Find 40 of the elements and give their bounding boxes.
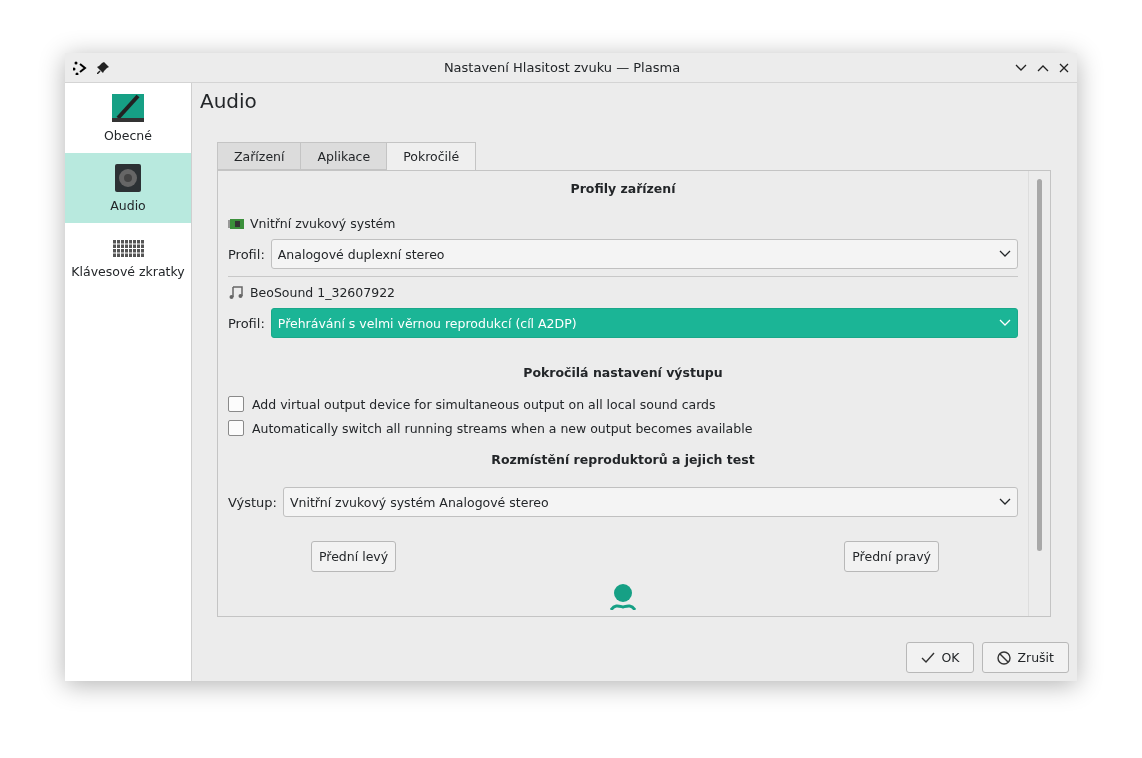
sidebar-item[interactable]: Audio — [65, 153, 191, 223]
speaker-test-button[interactable]: Přední levý — [311, 541, 397, 572]
maximize-icon[interactable] — [1037, 63, 1049, 72]
checkbox[interactable] — [228, 396, 244, 412]
ok-button[interactable]: OK — [906, 642, 975, 673]
field-label: Profil: — [228, 315, 265, 331]
field-label: Výstup: — [228, 494, 277, 510]
sidebar-item[interactable]: Klávesové zkratky — [65, 223, 191, 293]
checkbox-label: Automatically switch all running streams when a new output becomes available — [252, 420, 753, 436]
check-icon — [921, 651, 936, 664]
pin-icon[interactable] — [97, 61, 109, 74]
section-heading: Profily zařízení — [569, 181, 677, 196]
tab[interactable]: Zařízení — [217, 142, 302, 170]
checkbox-label: Add virtual output device for simultaneous output on all local sound cards — [252, 396, 716, 412]
checkbox[interactable] — [228, 420, 244, 436]
page-title: Audio — [200, 89, 258, 113]
tools-icon — [112, 93, 144, 122]
music-note-icon — [228, 284, 244, 300]
field-label: Profil: — [228, 246, 265, 262]
sound-card-icon — [228, 217, 244, 230]
close-icon[interactable] — [1059, 62, 1069, 73]
device-name: Vnitřní zvukový systém — [250, 216, 396, 231]
speaker-test-button[interactable]: Přední pravý — [844, 541, 939, 572]
section-heading: Rozmístění reproduktorů a jejich test — [490, 452, 756, 467]
scrollbar-thumb[interactable] — [1037, 179, 1042, 551]
minimize-icon[interactable] — [1015, 63, 1027, 72]
cancel-button[interactable]: Zrušit — [982, 642, 1069, 673]
cancel-icon — [997, 650, 1012, 665]
window-title: Nastavení Hlasitost zvuku — Plasma — [442, 60, 682, 75]
section-heading: Pokročilá nastavení výstupu — [522, 365, 724, 380]
tab[interactable]: Aplikace — [300, 142, 388, 170]
app-icon — [73, 60, 87, 75]
sidebar-item[interactable]: Obecné — [65, 83, 191, 153]
listener-icon — [610, 584, 636, 610]
keyboard-icon — [112, 237, 144, 258]
tab[interactable]: Pokročilé — [386, 142, 477, 170]
speaker-icon — [115, 163, 141, 192]
output-dropdown[interactable]: Vnitřní zvukový systém Analogové stereo — [283, 487, 1018, 517]
device-name: BeoSound 1_32607922 — [250, 284, 396, 300]
profile-dropdown[interactable]: Analogové duplexní stereo — [270, 239, 1018, 269]
